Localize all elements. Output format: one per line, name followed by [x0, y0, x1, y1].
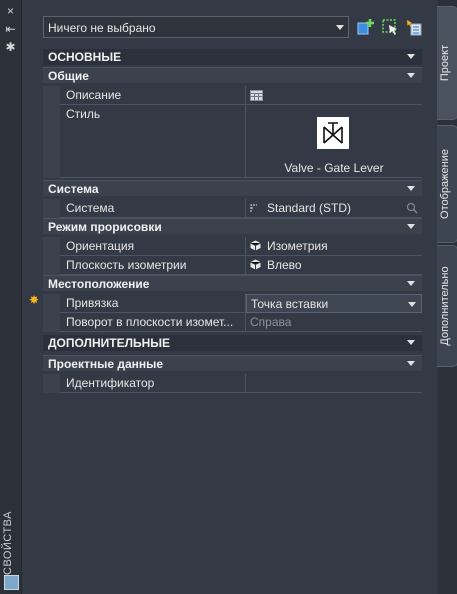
selection-dropdown[interactable]: Ничего не выбрано: [43, 16, 349, 38]
prop-row-iso-plane: Плоскость изометрии Влево: [43, 256, 422, 275]
chevron-down-icon: [336, 25, 344, 30]
section-additional[interactable]: ДОПОЛНИТЕЛЬНЫЕ: [43, 335, 422, 351]
palette-side-strip: × ⇤ ✱ СВОЙСТВА: [0, 0, 22, 594]
prop-row-snap: Привязка Точка вставки: [43, 294, 422, 313]
prop-label-description: Описание: [60, 86, 246, 105]
prop-value-description[interactable]: [246, 86, 422, 105]
collapse-arrow-icon: [407, 224, 415, 229]
tab-additional[interactable]: Дополнительно: [437, 245, 457, 367]
quick-select-icon[interactable]: [405, 18, 423, 36]
close-icon[interactable]: ×: [3, 4, 18, 18]
style-name: Valve - Gate Lever: [284, 161, 384, 175]
prop-value-style[interactable]: Valve - Gate Lever: [246, 105, 422, 178]
section-project-data[interactable]: Проектные данные: [43, 355, 422, 371]
isometric-cube-icon: [250, 240, 261, 251]
prop-value-iso-plane[interactable]: Влево: [246, 256, 422, 275]
modified-indicator-icon: ✸: [29, 293, 40, 307]
prop-value-rotation: Справа: [246, 313, 422, 332]
prop-label-orientation: Ориентация: [60, 237, 246, 256]
search-icon[interactable]: [406, 202, 418, 214]
palette-icon[interactable]: [4, 575, 19, 590]
prop-label-snap: Привязка: [60, 294, 246, 313]
prop-row-rotation: Поворот в плоскости изомет... Справа: [43, 313, 422, 332]
prop-row-identifier: Идентификатор: [43, 374, 422, 393]
collapse-arrow-icon: [407, 186, 415, 191]
collapse-arrow-icon: [407, 73, 415, 78]
prop-value-orientation[interactable]: Изометрия: [246, 237, 422, 256]
prop-row-orientation: Ориентация Изометрия: [43, 237, 422, 256]
section-system[interactable]: Система: [43, 180, 422, 196]
chevron-down-icon: [408, 302, 416, 307]
section-general[interactable]: Общие: [43, 67, 422, 83]
add-to-selection-icon[interactable]: [357, 18, 375, 36]
palette-title: СВОЙСТВА: [2, 511, 14, 575]
prop-value-snap-dropdown[interactable]: Точка вставки: [246, 294, 422, 313]
prop-value-system[interactable]: Standard (STD): [246, 199, 422, 218]
table-icon[interactable]: [250, 90, 263, 101]
prop-row-description: Описание: [43, 86, 422, 105]
prop-row-system: Система Standard (STD): [43, 199, 422, 218]
prop-label-style: Стиль: [60, 105, 246, 178]
tab-project[interactable]: Проект: [437, 6, 457, 120]
collapse-arrow-icon: [407, 340, 415, 345]
section-location[interactable]: Местоположение: [43, 275, 422, 291]
properties-settings-icon[interactable]: ✱: [3, 40, 18, 54]
prop-label-rotation: Поворот в плоскости изомет...: [60, 313, 246, 332]
prop-label-identifier: Идентификатор: [60, 374, 246, 393]
prop-value-identifier[interactable]: [246, 374, 422, 393]
tab-display[interactable]: Отображение: [437, 125, 457, 243]
prop-label-iso-plane: Плоскость изометрии: [60, 256, 246, 275]
isometric-cube-icon: [250, 259, 261, 270]
prop-row-style: Стиль Valve - Gate Lever: [43, 105, 422, 178]
system-icon: [250, 204, 257, 212]
prop-label-system: Система: [60, 199, 246, 218]
section-draw-mode[interactable]: Режим прорисовки: [43, 218, 422, 234]
gate-valve-preview-icon: [317, 117, 349, 149]
collapse-arrow-icon: [407, 361, 415, 366]
auto-hide-icon[interactable]: ⇤: [3, 22, 18, 36]
collapse-arrow-icon: [407, 54, 415, 59]
section-basic[interactable]: ОСНОВНЫЕ: [43, 49, 422, 65]
selection-value: Ничего не выбрано: [48, 21, 156, 35]
collapse-arrow-icon: [407, 281, 415, 286]
select-objects-icon[interactable]: [381, 18, 399, 36]
